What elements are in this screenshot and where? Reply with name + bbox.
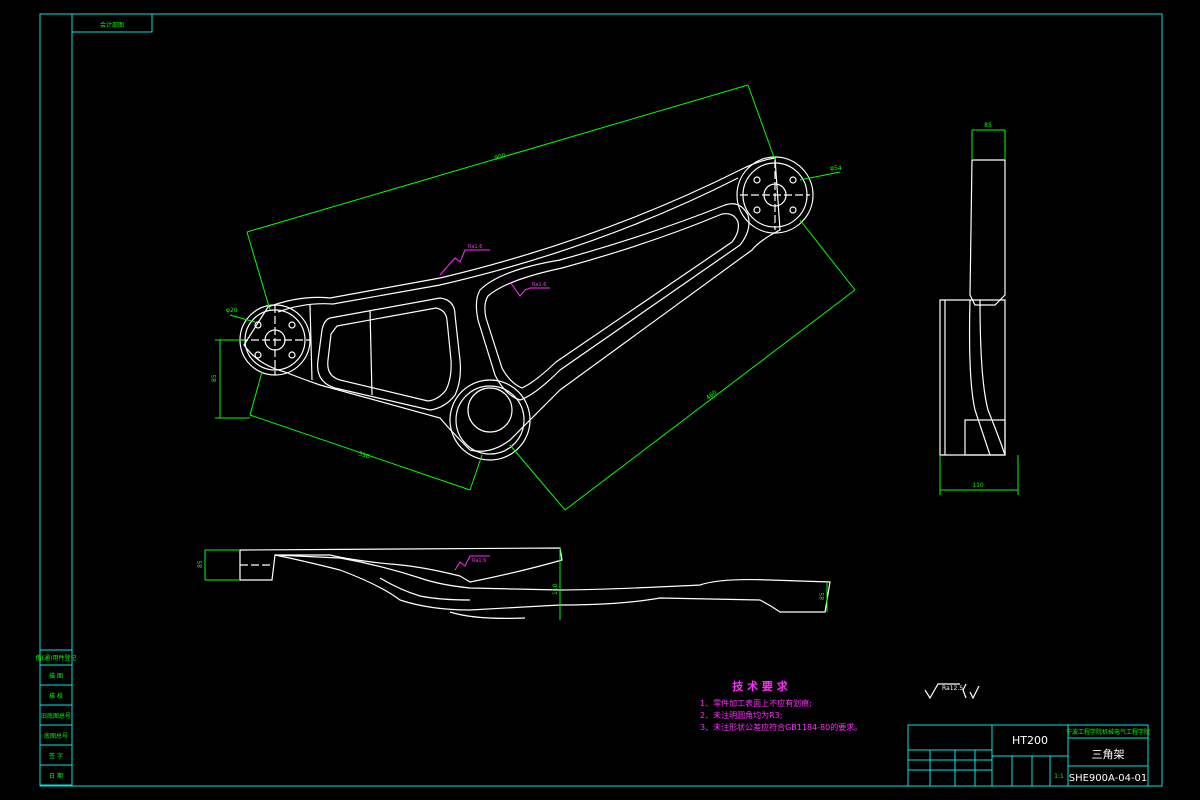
left-sidebar-table: 借(通)用件登记 描 图 描 校 旧底图总号 底图总号 签 字 日 期 — [36, 649, 77, 786]
material-label: HT200 — [1012, 734, 1048, 747]
svg-text:2、未注明圆角均为R3;: 2、未注明圆角均为R3; — [700, 710, 782, 720]
dim-side-right: 85 — [819, 592, 826, 600]
dim-bottom: 110 — [972, 482, 984, 489]
overall-roughness: Ra12.5 — [924, 683, 980, 700]
sidebar-label: 借(通)用件登记 — [36, 654, 77, 662]
svg-text:Ra1.6: Ra1.6 — [532, 282, 546, 288]
engineering-drawing: 会计部图 借(通)用件登记 描 图 描 校 旧底图总号 底图总号 签 字 日 期 — [36, 13, 1163, 787]
front-view — [239, 156, 814, 461]
svg-text:Ra1.6: Ra1.6 — [468, 244, 482, 250]
roughness-marks: Ra1.6 Ra1.6 Ra1.6 — [439, 244, 550, 571]
top-left-stamp: 会计部图 — [71, 13, 153, 33]
svg-text:Ra1.6: Ra1.6 — [472, 558, 486, 564]
right-view-dimensions: 85 110 — [939, 122, 1019, 495]
dim-top: 85 — [984, 122, 992, 129]
dim-460: 460 — [705, 389, 719, 402]
dim-phi54: φ54 — [830, 165, 842, 172]
svg-text:3、未注形状公差应符合GB1184-80的要求。: 3、未注形状公差应符合GB1184-80的要求。 — [700, 722, 862, 732]
svg-text:技 术 要 求: 技 术 要 求 — [732, 679, 788, 693]
sidebar-label: 日 期 — [49, 772, 63, 780]
dim-phi20: φ20 — [226, 307, 238, 314]
sidebar-label: 底图总号 — [44, 732, 68, 740]
svg-text:Ra12.5: Ra12.5 — [942, 685, 963, 692]
dim-side-left: 85 — [197, 560, 204, 568]
sidebar-label: 描 校 — [49, 692, 63, 700]
part-name: 三角架 — [1092, 748, 1125, 761]
dim-350: 350 — [357, 450, 370, 460]
svg-text:会计部图: 会计部图 — [100, 21, 124, 29]
sidebar-label: 旧底图总号 — [41, 712, 71, 720]
tech-requirements: 技 术 要 求 1、零件加工表面上不应有划痕; 2、未注明圆角均为R3; 3、未… — [700, 679, 862, 732]
right-view — [939, 159, 1006, 456]
dim-900: 900 — [494, 152, 507, 162]
svg-text:1、零件加工表面上不应有划痕;: 1、零件加工表面上不应有划痕; — [700, 698, 812, 708]
drawing-number: SHE900A-04-01 — [1069, 773, 1148, 784]
school-label: 宁波工程学院机械电气工程学院 — [1066, 728, 1150, 736]
dim-85: 85 — [211, 374, 218, 382]
title-block: HT200 宁波工程学院机械电气工程学院 三角架 SHE900A-04-01 1… — [907, 724, 1150, 787]
sidebar-label: 描 图 — [49, 672, 63, 680]
dim-side-mid: 110 — [552, 583, 559, 595]
sidebar-label: 签 字 — [49, 752, 63, 760]
scale-label: 1:1 — [1054, 773, 1064, 780]
bottom-view — [239, 547, 831, 619]
